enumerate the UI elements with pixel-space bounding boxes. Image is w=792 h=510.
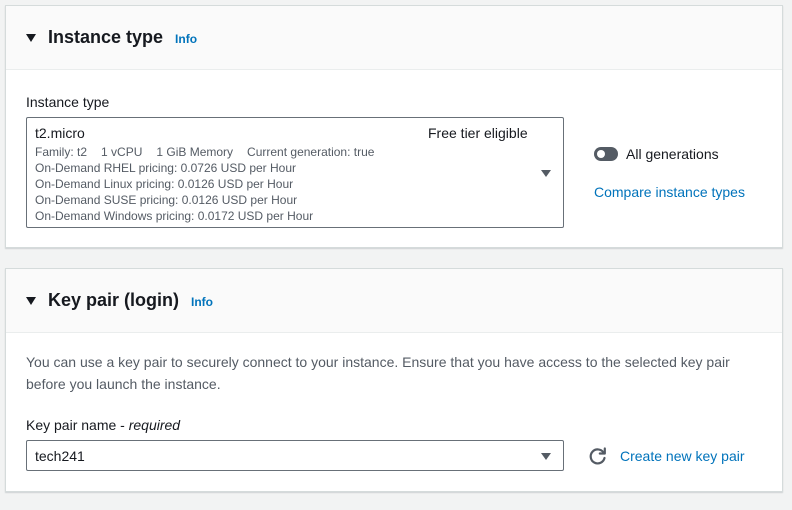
pricing-linux: On-Demand Linux pricing: 0.0126 USD per … [35,177,294,191]
pricing-rhel: On-Demand RHEL pricing: 0.0726 USD per H… [35,161,297,175]
required-marker: required [128,417,181,433]
caret-down-icon[interactable] [26,296,36,305]
key-pair-value: tech241 [35,448,85,464]
key-pair-description: You can use a key pair to securely conne… [26,354,730,392]
instance-type-field-label: Instance type [26,94,110,110]
all-generations-toggle[interactable] [594,147,618,161]
refresh-icon[interactable] [588,446,608,466]
instance-type-info-link[interactable]: Info [175,32,197,46]
pricing-windows: On-Demand Windows pricing: 0.0172 USD pe… [35,209,314,223]
caret-down-icon[interactable] [26,33,36,42]
instance-type-name: t2.micro [35,125,85,141]
instance-type-title: Instance type [48,27,164,47]
key-pair-title: Key pair (login) [48,290,180,310]
instance-memory: 1 GiB Memory [156,145,234,159]
key-pair-field-label: Key pair name - required [26,417,180,433]
create-key-pair-link[interactable]: Create new key pair [620,448,745,464]
pricing-suse: On-Demand SUSE pricing: 0.0126 USD per H… [35,193,298,207]
compare-instance-types-link[interactable]: Compare instance types [594,184,745,200]
instance-type-panel: Instance type Info Instance type t2.micr… [5,5,783,248]
dropdown-arrow-icon[interactable] [541,170,551,177]
key-pair-select[interactable]: tech241 [26,440,564,471]
key-pair-header[interactable]: Key pair (login) Info [6,269,782,333]
all-generations-label: All generations [626,146,719,162]
key-pair-panel: Key pair (login) Info You can use a key … [5,268,783,492]
key-pair-info-link[interactable]: Info [191,295,213,309]
free-tier-badge: Free tier eligible [428,125,528,141]
instance-type-header[interactable]: Instance type Info [6,6,782,70]
instance-family: Family: t2 [35,145,88,159]
instance-generation: Current generation: true [247,145,375,159]
instance-specs: Family: t2 1 vCPU 1 GiB Memory Current gene… [35,145,388,159]
instance-type-select[interactable]: t2.micro Free tier eligible Family: t2 1 … [26,117,564,228]
key-pair-label-text: Key pair name - [26,417,129,433]
dropdown-arrow-icon[interactable] [541,453,551,460]
instance-vcpu: 1 vCPU [101,145,143,159]
